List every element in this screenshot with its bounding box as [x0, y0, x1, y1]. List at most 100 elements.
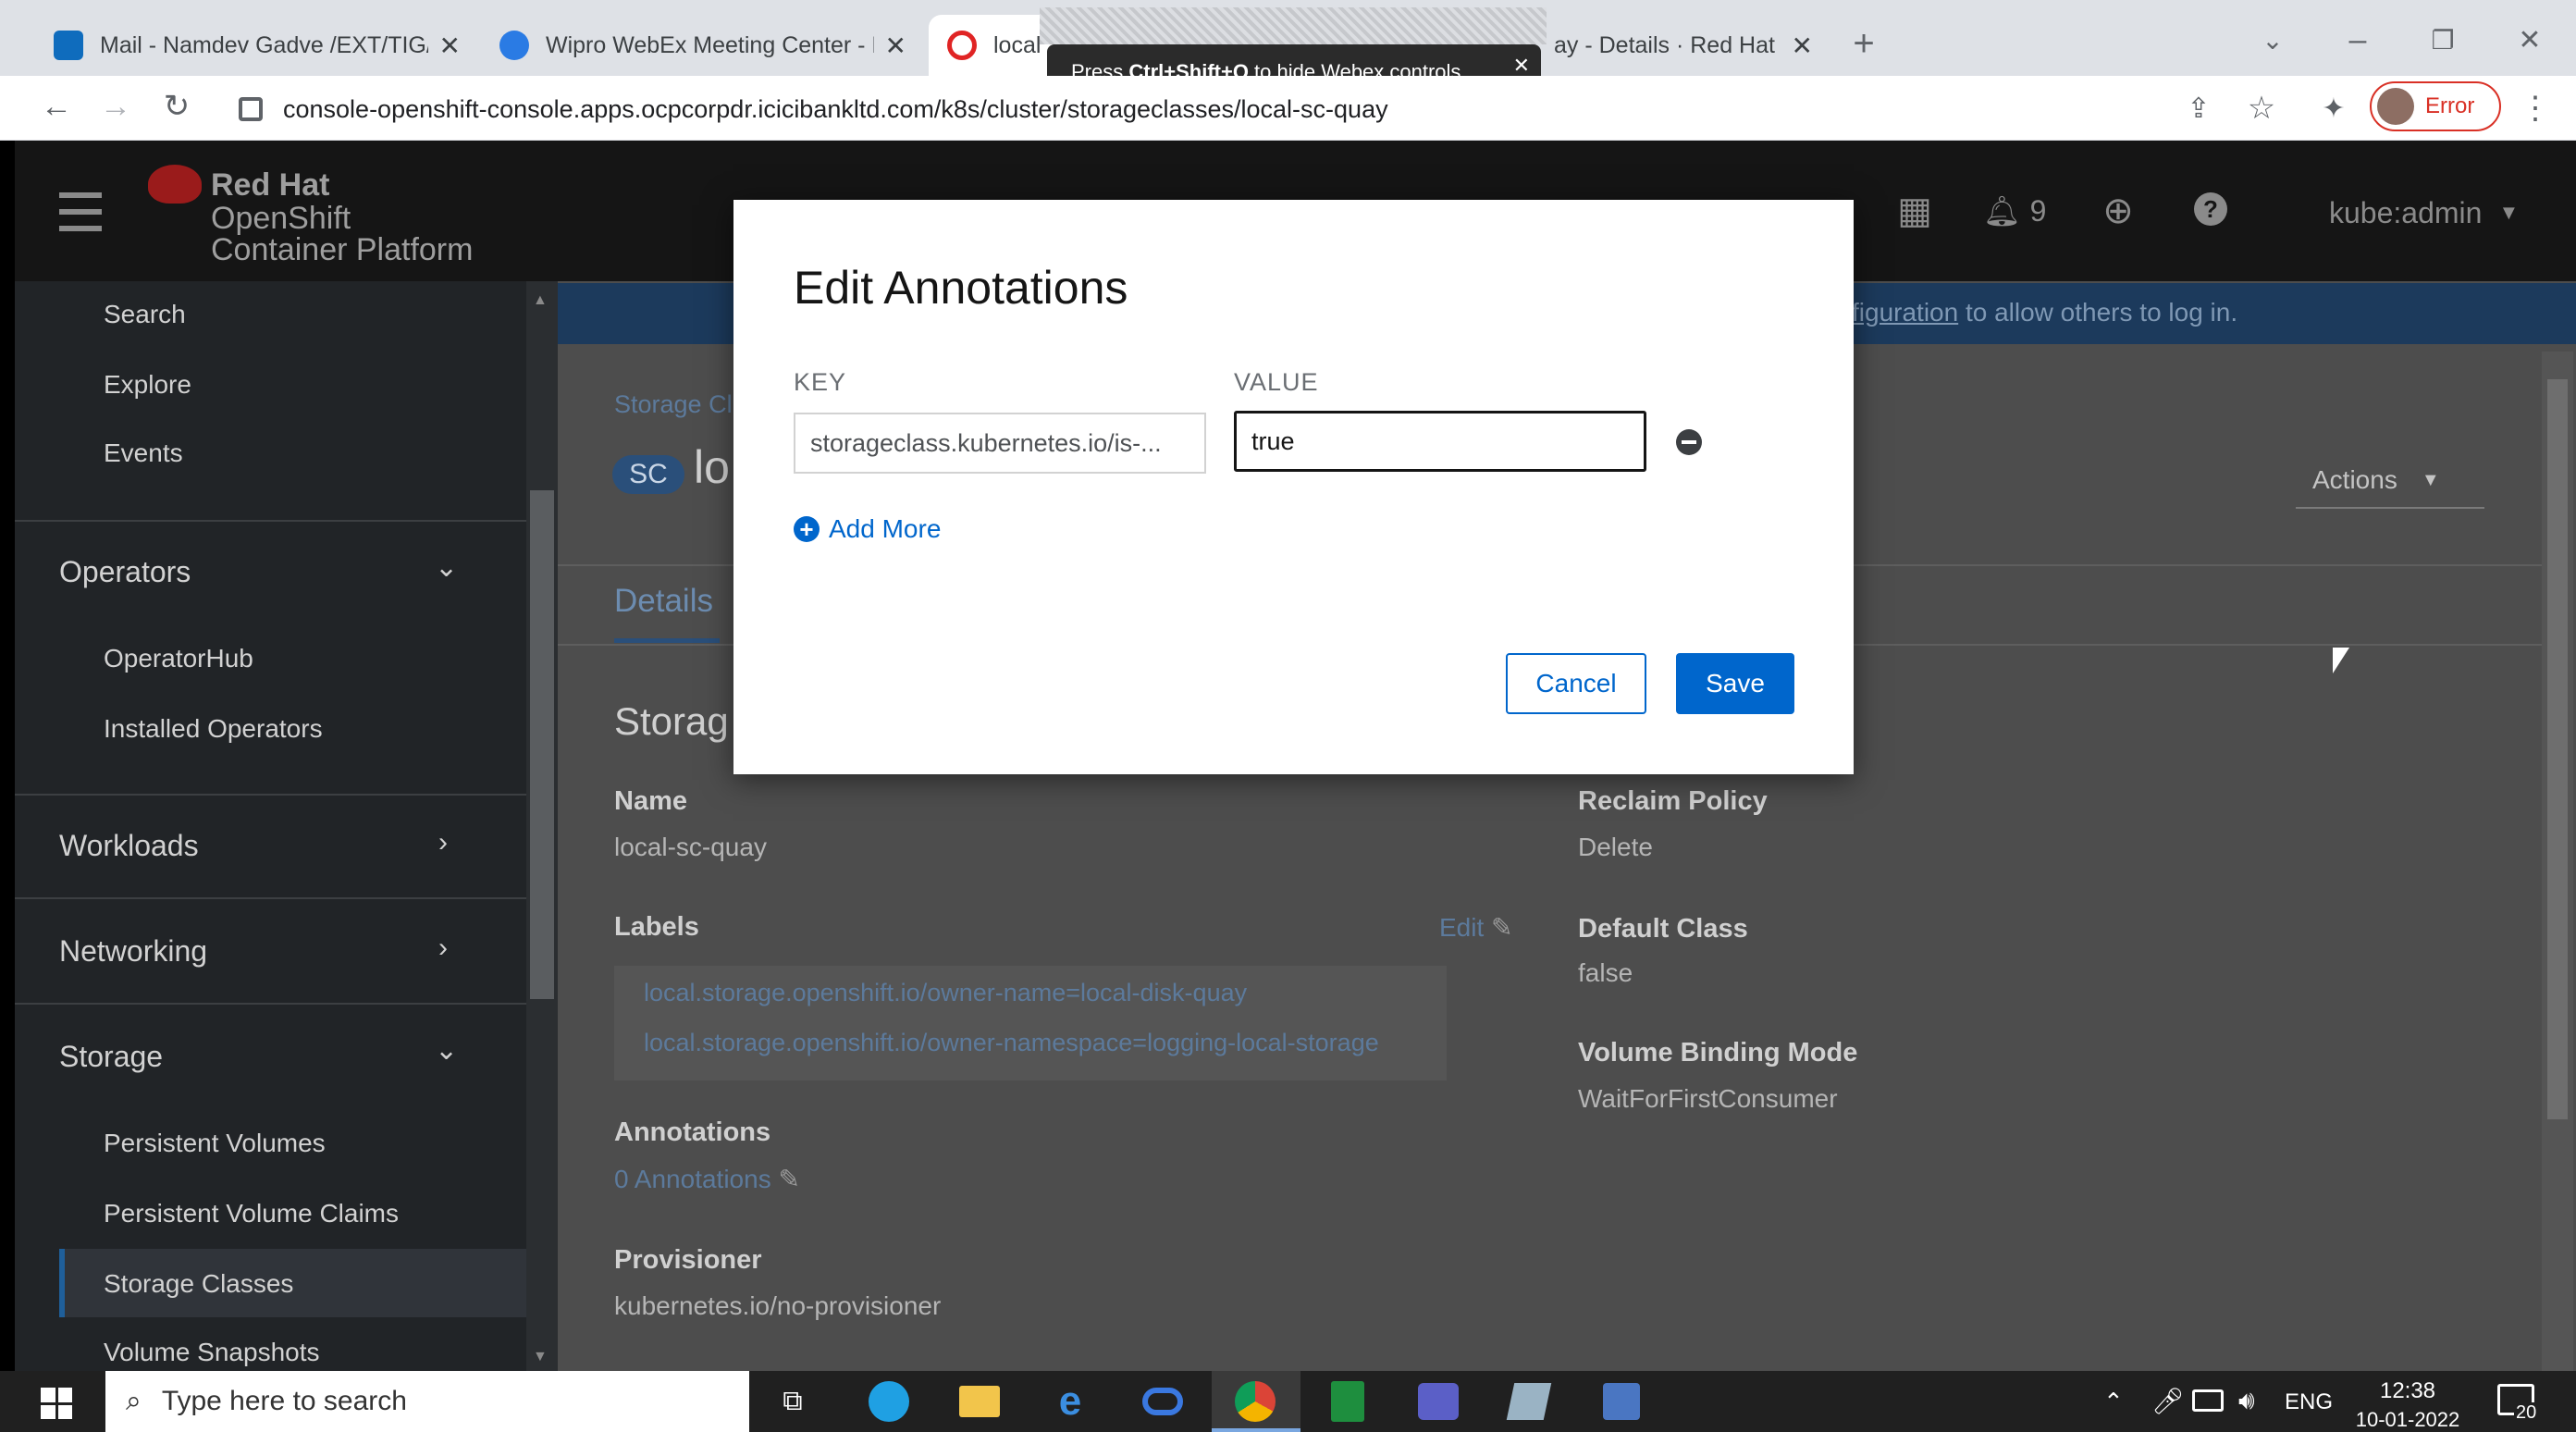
forward-icon[interactable]: → — [92, 83, 139, 130]
resource-badge: SC — [612, 455, 684, 494]
close-icon[interactable]: ✕ — [1792, 31, 1813, 61]
labels-edit-button[interactable]: Edit ✎ — [1439, 912, 1513, 943]
minimize-icon[interactable]: – — [2335, 19, 2381, 61]
task-view-icon[interactable]: ⧉ — [768, 1376, 818, 1426]
volume-icon[interactable]: 🔊︎ — [2238, 1386, 2255, 1416]
save-button[interactable]: Save — [1676, 653, 1794, 714]
reclaim-policy-value: Delete — [1578, 833, 1653, 861]
sidebar-section-networking[interactable]: Networking — [59, 934, 207, 969]
scroll-down-icon[interactable]: ▼ — [533, 1349, 548, 1365]
sidebar-item-operatorhub[interactable]: OperatorHub — [104, 644, 253, 673]
profile-button[interactable]: Error — [2370, 81, 2501, 131]
profile-label: Error — [2425, 93, 2475, 118]
tab-webex[interactable]: Wipro WebEx Meeting Center - F ✕ — [481, 15, 925, 76]
labels-label: Labels — [614, 912, 699, 942]
help-icon[interactable]: ? — [2194, 192, 2227, 226]
annotations-link[interactable]: 0 Annotations ✎ — [614, 1164, 800, 1194]
toast-close-icon[interactable]: ✕ — [1513, 54, 1530, 78]
extensions-icon[interactable]: ✦ — [2311, 85, 2357, 131]
pencil-icon: ✎ — [778, 1165, 800, 1193]
avatar — [2377, 88, 2414, 125]
annotation-key-input[interactable]: storageclass.kubernetes.io/is-... — [794, 413, 1206, 474]
tab-search-icon[interactable]: ⌄ — [2249, 19, 2296, 61]
webex-app-icon[interactable] — [1138, 1376, 1188, 1426]
annotation-value-input[interactable]: true — [1234, 411, 1646, 472]
taskbar-search[interactable]: ⌕ Type here to search — [105, 1371, 749, 1432]
back-icon[interactable]: ← — [33, 83, 80, 130]
reload-icon[interactable]: ↻ — [154, 83, 200, 130]
hamburger-icon[interactable] — [59, 192, 102, 231]
cancel-button[interactable]: Cancel — [1506, 653, 1646, 714]
tab-active[interactable]: local — [929, 15, 1058, 76]
app-launcher-icon[interactable]: ▦ — [1892, 189, 1937, 233]
sidebar-item-installed-operators[interactable]: Installed Operators — [104, 714, 323, 744]
internet-explorer-icon[interactable]: e — [1045, 1376, 1095, 1426]
menu-icon[interactable]: ⋮ — [2512, 85, 2558, 131]
sidebar-item-explore[interactable]: Explore — [104, 370, 191, 400]
sheets-icon[interactable] — [1323, 1376, 1373, 1426]
file-explorer-icon[interactable] — [955, 1376, 1005, 1426]
sidebar-section-storage[interactable]: Storage — [59, 1040, 163, 1074]
sidebar-item-storage-classes[interactable]: Storage Classes — [104, 1269, 293, 1299]
sidebar-scrollbar-thumb[interactable] — [530, 490, 554, 999]
pencil-icon: ✎ — [1491, 913, 1513, 942]
caret-down-icon: ▼ — [2421, 469, 2440, 490]
clock-date[interactable]: 10-01-2022 — [2349, 1408, 2466, 1432]
banner-link[interactable]: figuration — [1852, 298, 1958, 327]
label-chip[interactable]: local.storage.openshift.io/owner-namespa… — [644, 1029, 1379, 1057]
webex-drag-handle[interactable] — [1040, 7, 1547, 44]
provisioner-label: Provisioner — [614, 1245, 762, 1275]
openshift-icon — [947, 31, 977, 60]
tab-label: local — [993, 31, 1040, 58]
chrome-icon[interactable] — [1230, 1376, 1280, 1426]
tab-details[interactable]: Details — [614, 583, 713, 620]
tray-expand-icon[interactable]: ⌃ — [2103, 1388, 2124, 1416]
tab-details[interactable]: ay - Details · Red Hat ( ✕ — [1535, 15, 1831, 76]
breadcrumb[interactable]: Storage Cl — [614, 390, 733, 419]
tab-label: Wipro WebEx Meeting Center - F — [546, 31, 874, 58]
window-close-icon[interactable]: ✕ — [2507, 19, 2553, 61]
close-icon[interactable]: ✕ — [439, 31, 461, 61]
remove-row-icon[interactable] — [1676, 429, 1702, 455]
chevron-down-icon[interactable]: ⌄ — [435, 551, 458, 584]
address-bar[interactable]: console-openshift-console.apps.ocpcorpdr… — [218, 83, 2161, 135]
main-scrollbar-thumb[interactable] — [2547, 379, 2568, 1119]
scroll-up-icon[interactable]: ▲ — [533, 292, 548, 309]
sidebar-item-volume-snapshots[interactable]: Volume Snapshots — [104, 1338, 320, 1367]
notifications-button[interactable]: 🔔︎ 9 — [1983, 189, 2046, 233]
bookmark-star-icon[interactable]: ☆ — [2238, 85, 2285, 131]
sidebar-section-operators[interactable]: Operators — [59, 555, 191, 589]
outlook-icon — [54, 31, 83, 60]
chevron-right-icon[interactable]: › — [438, 932, 448, 964]
banner-message: to allow others to log in. — [1958, 298, 2238, 327]
sidebar-item-events[interactable]: Events — [104, 438, 183, 468]
clock-time[interactable]: 12:38 — [2357, 1378, 2459, 1404]
add-more-button[interactable]: + Add More — [794, 514, 941, 544]
label-chip[interactable]: local.storage.openshift.io/owner-name=lo… — [644, 979, 1247, 1007]
battery-icon[interactable] — [2192, 1389, 2224, 1412]
sidebar-item-search[interactable]: Search — [104, 300, 186, 329]
microphone-icon[interactable]: 🎤︎ — [2151, 1386, 2185, 1416]
sidebar-section-workloads[interactable]: Workloads — [59, 829, 199, 863]
actions-dropdown[interactable]: Actions ▼ — [2296, 453, 2484, 509]
new-tab-icon[interactable]: + — [1841, 20, 1887, 67]
chevron-down-icon[interactable]: ⌄ — [435, 1034, 458, 1067]
close-icon[interactable]: ✕ — [885, 31, 906, 61]
edge-icon[interactable] — [864, 1376, 914, 1426]
network-app-icon[interactable] — [1596, 1376, 1646, 1426]
quick-create-icon[interactable]: ⊕ — [2096, 189, 2140, 233]
restore-icon[interactable]: ❐ — [2420, 19, 2466, 61]
windows-start-icon[interactable] — [41, 1388, 72, 1419]
name-value: local-sc-quay — [614, 833, 767, 861]
user-menu[interactable]: kube:admin ▼ — [2329, 192, 2519, 233]
app-icon[interactable] — [1504, 1376, 1554, 1426]
sidebar-item-persistent-volume-claims[interactable]: Persistent Volume Claims — [104, 1199, 399, 1228]
language-indicator[interactable]: ENG — [2285, 1389, 2333, 1415]
divider — [15, 520, 526, 522]
tab-mail[interactable]: Mail - Namdev Gadve /EXT/TIG/I ✕ — [35, 15, 479, 76]
sidebar-item-persistent-volumes[interactable]: Persistent Volumes — [104, 1129, 326, 1158]
url-text: console-openshift-console.apps.ocpcorpdr… — [283, 94, 1388, 123]
share-icon[interactable]: ⇪ — [2175, 85, 2222, 131]
teams-icon[interactable] — [1413, 1376, 1463, 1426]
chevron-right-icon[interactable]: › — [438, 827, 448, 858]
